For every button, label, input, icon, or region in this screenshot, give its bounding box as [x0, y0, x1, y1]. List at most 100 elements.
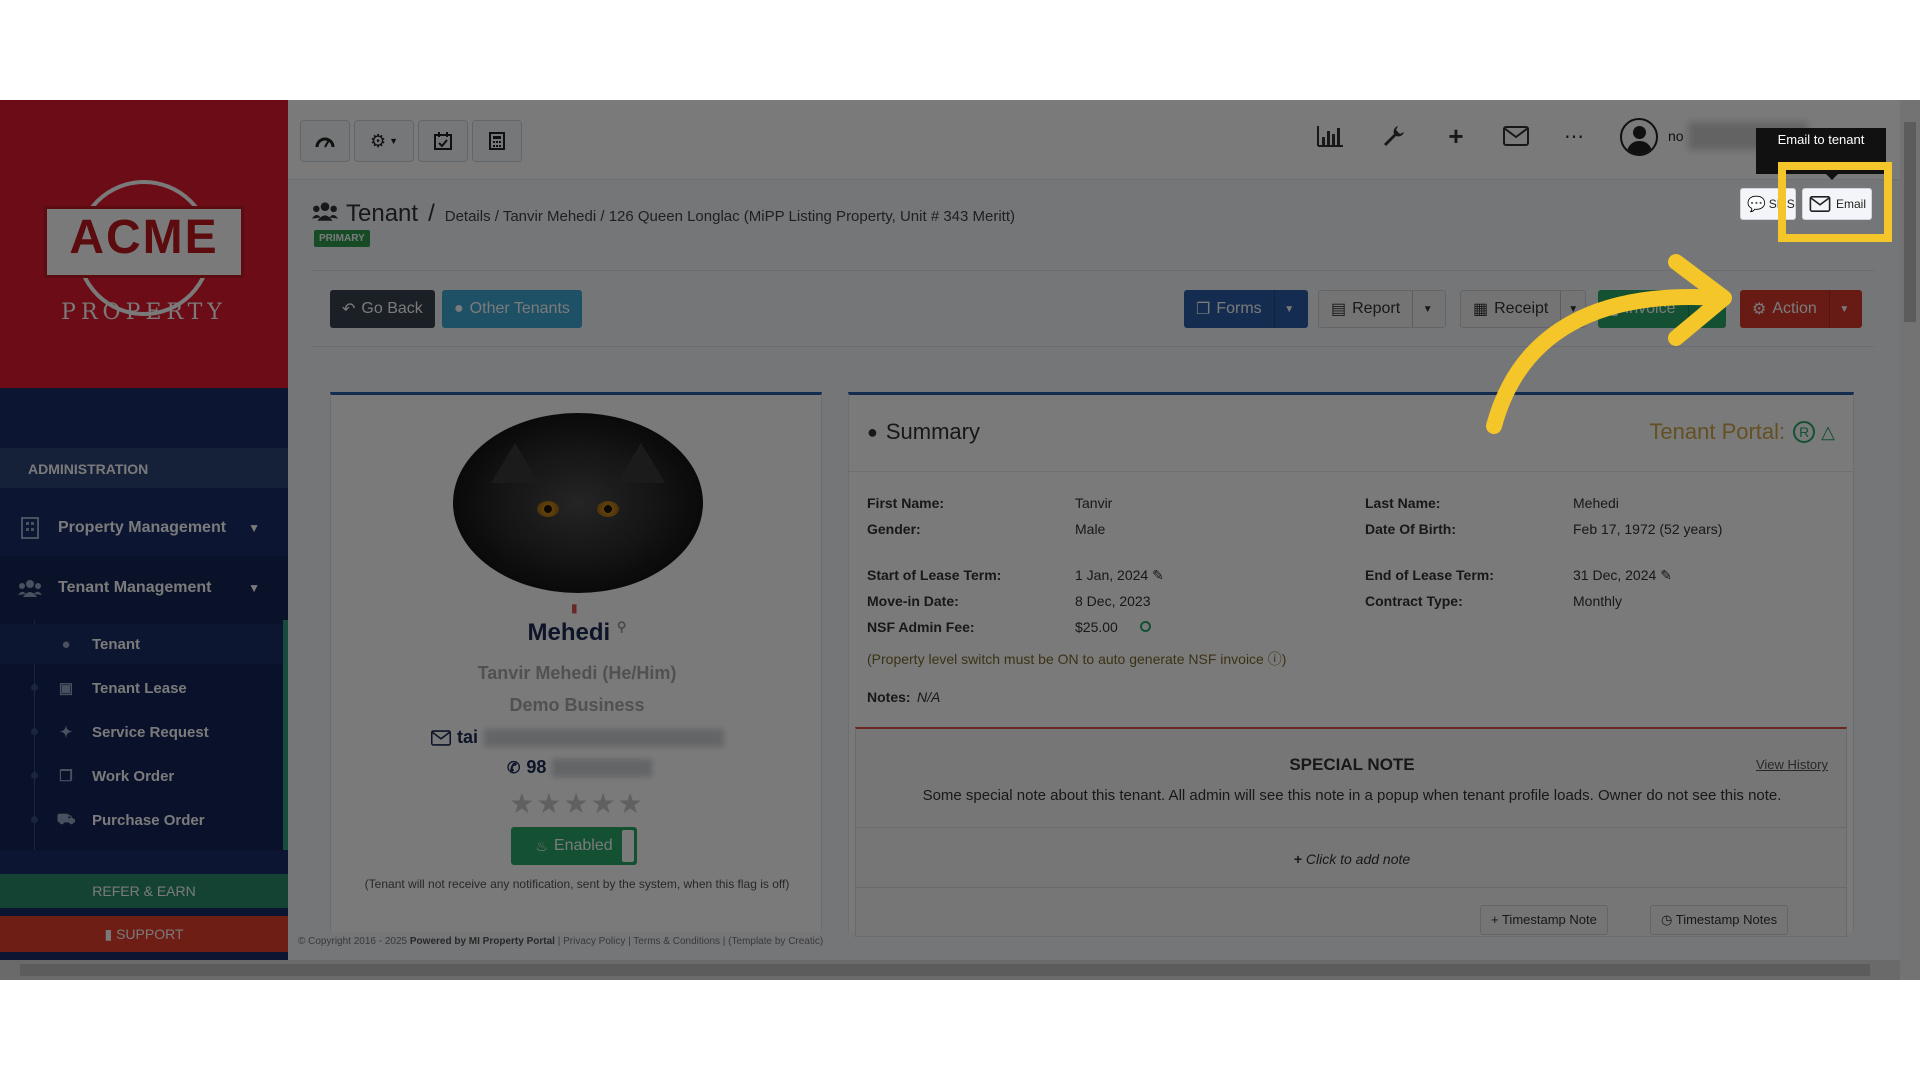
gear-icon: ⚙ — [369, 130, 387, 151]
dob-label: Date Of Birth: — [1365, 521, 1456, 537]
summary-card: ● Summary Tenant Portal: R △ First Name:… — [848, 392, 1854, 937]
tenant-business: Demo Business — [509, 695, 645, 715]
enabled-label: Enabled — [553, 837, 613, 854]
notifications-toggle[interactable]: ♨ Enabled — [511, 827, 637, 865]
highlight-frame — [1778, 162, 1892, 242]
timestamp-notes-label: Timestamp Notes — [1675, 912, 1778, 927]
user-icon: ● — [867, 421, 878, 442]
sidebar-item-work-order[interactable]: ❐ Work Order — [0, 756, 283, 796]
calculator-button[interactable] — [472, 120, 522, 162]
photo-shape — [597, 501, 619, 517]
lease-start-label: Start of Lease Term: — [867, 567, 1002, 583]
nsf-note-text: (Property level switch must be ON to aut… — [867, 651, 1264, 667]
scrollbar-thumb[interactable] — [1904, 122, 1916, 322]
powered-by-link[interactable]: Powered by MI Property Portal — [410, 936, 555, 947]
plus-icon[interactable]: + — [1438, 118, 1474, 154]
support-label: SUPPORT — [116, 926, 184, 942]
building-icon — [18, 517, 42, 539]
special-note-title: SPECIAL NOTE — [1289, 755, 1415, 774]
chevron-down-icon: ▼ — [248, 521, 260, 535]
chat-icon: 💬 — [1747, 196, 1766, 213]
timestamp-note-button[interactable]: + Timestamp Note — [1480, 905, 1608, 935]
chevron-down-icon: ▼ — [248, 581, 260, 595]
first-name-value: Tanvir — [1075, 495, 1113, 511]
edit-icon[interactable]: ✎ — [1660, 567, 1672, 583]
horizontal-scrollbar[interactable] — [0, 960, 1900, 980]
caret-down-icon[interactable]: ▼ — [1412, 291, 1442, 327]
nsf-label: NSF Admin Fee: — [867, 619, 975, 635]
tenant-full-name: Tanvir Mehedi (He/Him) — [477, 663, 677, 683]
move-in-value: 8 Dec, 2023 — [1075, 593, 1151, 609]
gear-icon: ⚙ — [1752, 301, 1767, 318]
sidebar: ACME PROPERTY ADMINISTRATION Property Ma… — [0, 100, 288, 960]
timestamp-notes-button[interactable]: ◷ Timestamp Notes — [1650, 905, 1789, 935]
report-dropdown[interactable]: ▤ Report ▼ — [1318, 290, 1446, 328]
sidebar-item-service-request[interactable]: ✦ Service Request — [0, 712, 283, 752]
caret-down-icon: ▼ — [389, 136, 399, 146]
pointer-arrow — [1486, 254, 1732, 434]
sidebar-item-purchase-order[interactable]: ⛟ Purchase Order — [0, 800, 283, 840]
photo-shape — [537, 501, 559, 517]
edit-icon[interactable]: ✎ — [1152, 567, 1164, 583]
trash-icon[interactable]: ▮ — [571, 601, 578, 615]
sidebar-subitem-label: Service Request — [92, 723, 209, 741]
contract-label: Contract Type: — [1365, 593, 1463, 609]
calendar-button[interactable] — [418, 120, 468, 162]
nsf-value: $25.00 — [1075, 619, 1151, 635]
last-name-label: Last Name: — [1365, 495, 1441, 511]
info-icon[interactable]: ⓘ) — [1268, 651, 1287, 667]
caret-down-icon[interactable]: ▼ — [1273, 290, 1304, 328]
tenant-phone[interactable]: ✆ 98 — [507, 757, 653, 778]
phone-icon: ✆ — [507, 759, 521, 777]
action-label: Action — [1772, 300, 1817, 317]
username[interactable]: no — [1668, 128, 1684, 144]
other-tenants-button[interactable]: ● Other Tenants — [442, 290, 582, 328]
lease-end-value: 31 Dec, 2024 ✎ — [1573, 567, 1672, 584]
forms-button[interactable]: ❐ Forms — [1184, 290, 1274, 328]
go-back-button[interactable]: ↶ Go Back — [330, 290, 435, 328]
more-icon[interactable]: ⋯ — [1556, 118, 1592, 154]
dashboard-button[interactable] — [300, 120, 350, 162]
scrollbar-thumb[interactable] — [20, 964, 1870, 976]
logo[interactable]: ACME PROPERTY — [0, 100, 288, 388]
view-history-link[interactable]: View History — [1756, 757, 1828, 772]
status-circle-icon[interactable] — [1139, 621, 1151, 632]
copyright: © Copyright 2016 - 2025 — [298, 936, 408, 947]
unlock-icon[interactable]: △ — [1821, 422, 1835, 443]
support-button[interactable]: ▮ SUPPORT — [0, 916, 288, 952]
bar-chart-icon[interactable] — [1312, 118, 1348, 154]
report-button[interactable]: ▤ Report — [1319, 291, 1412, 327]
copy-icon: ❐ — [1196, 301, 1211, 318]
user-avatar[interactable] — [1620, 118, 1658, 156]
timestamp-note-label: Timestamp Note — [1501, 912, 1597, 927]
add-note-link[interactable]: + Click to add note — [856, 851, 1848, 867]
caret-down-icon[interactable]: ▼ — [1828, 290, 1859, 328]
wrench-icon[interactable] — [1376, 118, 1412, 154]
refer-earn-button[interactable]: REFER & EARN — [0, 874, 288, 908]
action-dropdown[interactable]: ⚙ Action ▼ — [1740, 290, 1862, 328]
sidebar-item-property-management[interactable]: Property Management ▼ — [0, 496, 288, 560]
sidebar-item-tenant[interactable]: ● Tenant — [0, 624, 283, 664]
add-note-label: Click to add note — [1305, 851, 1411, 867]
go-back-label: Go Back — [361, 300, 423, 317]
nsf-note: (Property level switch must be ON to aut… — [867, 649, 1286, 669]
tenant-email[interactable]: tai — [431, 727, 725, 748]
profile-photo[interactable] — [453, 413, 703, 593]
sidebar-item-tenant-lease[interactable]: ▣ Tenant Lease — [0, 668, 283, 708]
forms-dropdown[interactable]: ❐ Forms ▼ — [1184, 290, 1308, 328]
breadcrumb-path[interactable]: Details / Tanvir Mehedi / 126 Queen Long… — [445, 208, 1015, 225]
vertical-scrollbar[interactable] — [1900, 100, 1920, 980]
star-rating[interactable]: ★★★★★ — [331, 787, 823, 820]
gauge-icon — [315, 137, 335, 148]
plus-icon: + — [1293, 851, 1306, 867]
user-icon: ● — [61, 635, 71, 653]
envelope-icon[interactable] — [1498, 118, 1534, 154]
key-icon[interactable]: ⚲ — [617, 619, 627, 634]
sidebar-item-tenant-management[interactable]: Tenant Management ▼ — [0, 556, 288, 620]
footer-links[interactable]: | Privacy Policy | Terms & Conditions | — [558, 936, 726, 947]
calculator-icon — [489, 132, 505, 150]
sidebar-subitem-label: Tenant Lease — [92, 679, 187, 697]
toggle-knob — [622, 830, 634, 862]
settings-dropdown-button[interactable]: ⚙ ▼ — [354, 120, 414, 162]
action-button[interactable]: ⚙ Action — [1740, 290, 1829, 328]
